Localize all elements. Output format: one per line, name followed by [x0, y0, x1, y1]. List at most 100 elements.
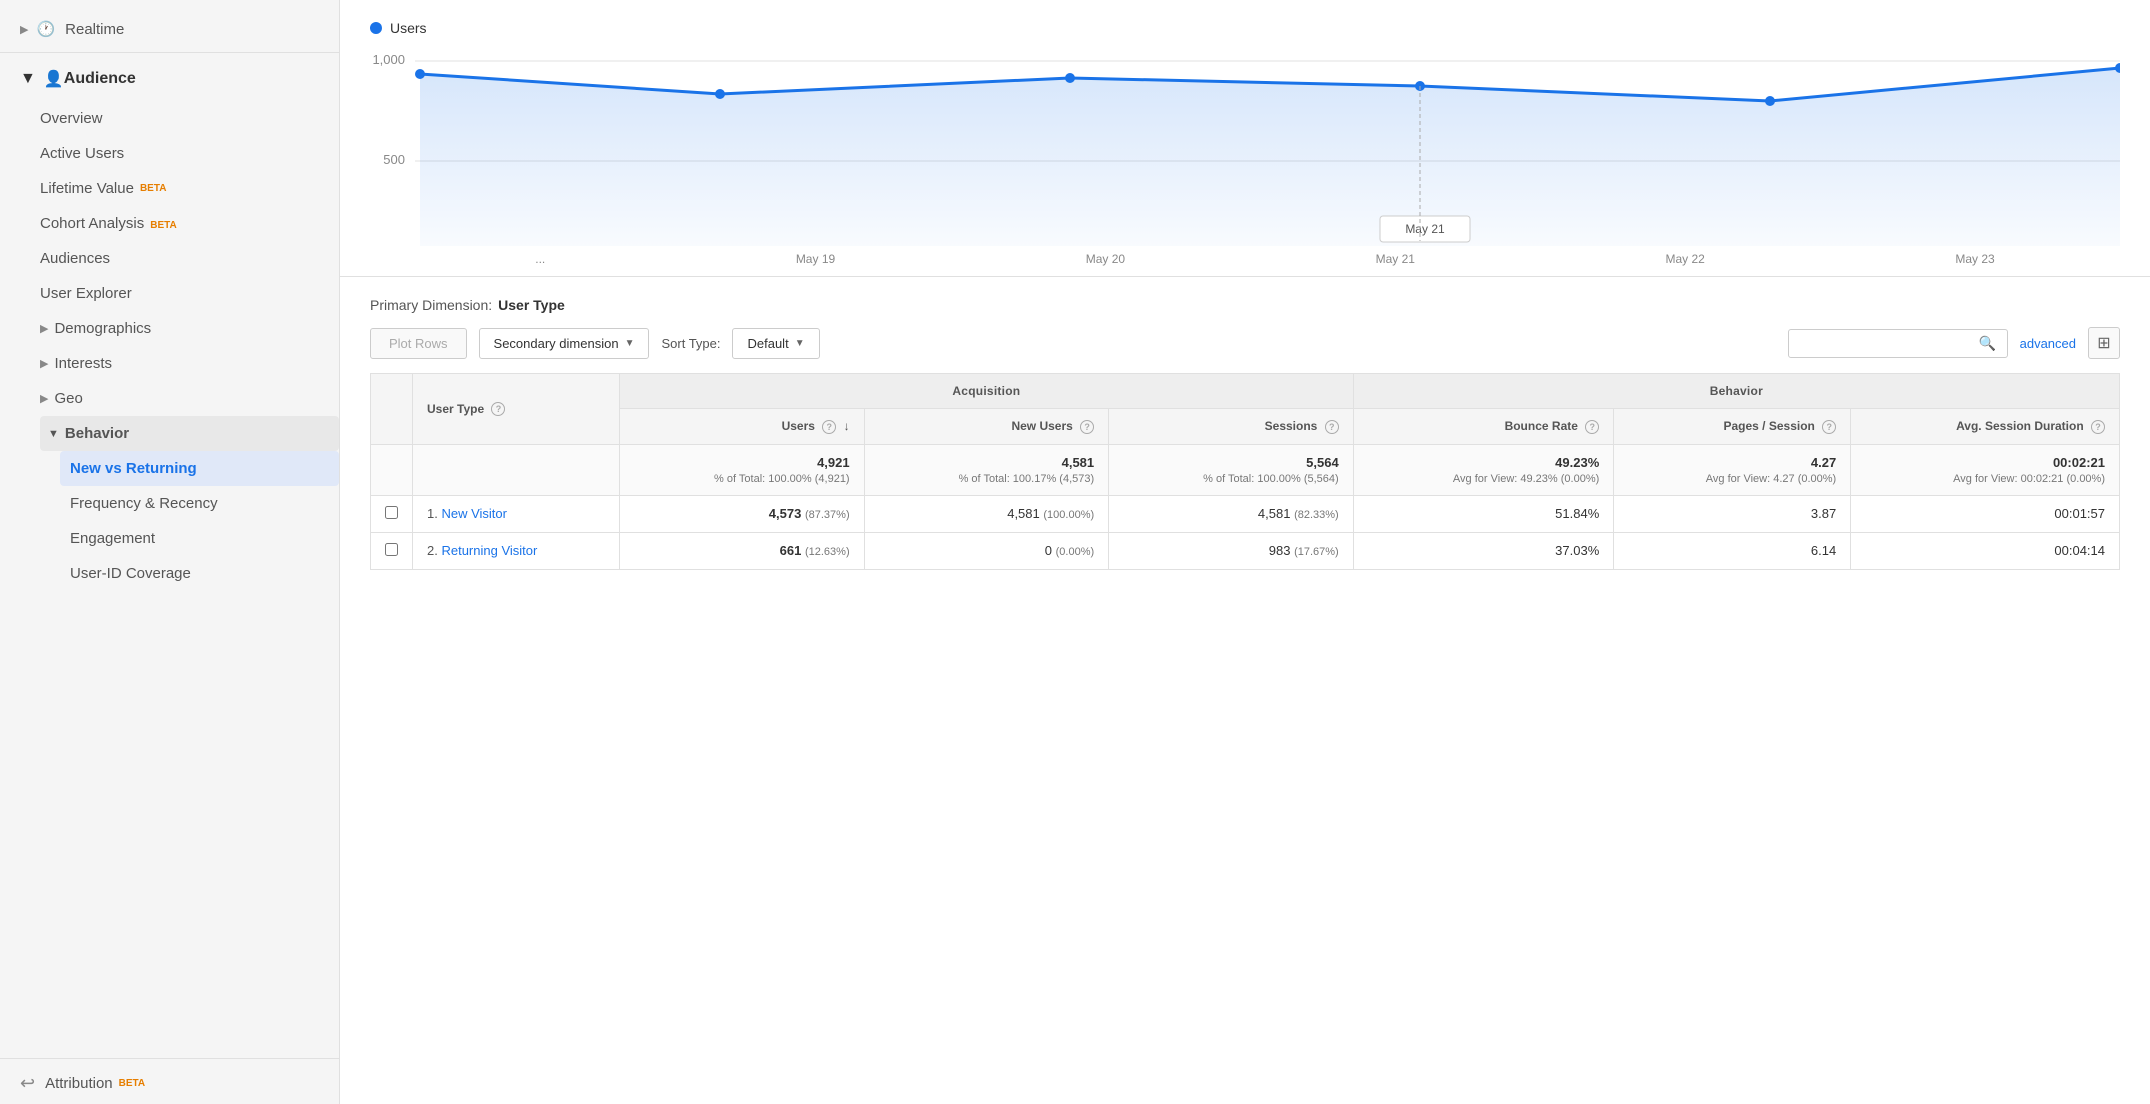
audience-label: Audience: [64, 70, 136, 88]
sidebar-item-active-users[interactable]: Active Users: [40, 136, 339, 171]
sidebar-item-attribution[interactable]: ↩ Attribution BETA: [0, 1063, 339, 1104]
totals-sessions: 5,564 % of Total: 100.00% (5,564): [1109, 444, 1354, 495]
row2-sessions: 983 (17.67%): [1109, 532, 1354, 569]
row2-avg-session: 00:04:14: [1851, 532, 2120, 569]
sidebar-item-overview[interactable]: Overview: [40, 101, 339, 136]
sidebar-item-audiences[interactable]: Audiences: [40, 241, 339, 276]
users-info-icon: ?: [822, 420, 836, 434]
lifetime-value-beta-badge: BETA: [140, 183, 166, 194]
toolbar: Plot Rows Secondary dimension ▼ Sort Typ…: [370, 327, 2120, 359]
row2-new-users: 0 (0.00%): [864, 532, 1109, 569]
attribution-icon: ↩: [20, 1073, 35, 1094]
row1-new-users: 4,581 (100.00%): [864, 495, 1109, 532]
row2-checkbox-input[interactable]: [385, 543, 398, 556]
totals-checkbox-cell: [371, 444, 413, 495]
sort-type-dropdown[interactable]: Default ▼: [732, 328, 819, 359]
table-row: 2. Returning Visitor 661 (12.63%) 0 (0.0…: [371, 532, 2120, 569]
sessions-info-icon: ?: [1325, 420, 1339, 434]
cohort-analysis-beta-badge: BETA: [150, 220, 176, 231]
bounce-rate-info-icon: ?: [1585, 420, 1599, 434]
legend-dot: [370, 22, 382, 34]
legend-label: Users: [390, 20, 427, 36]
geo-arrow-icon: ▶: [40, 392, 48, 405]
sidebar-item-geo[interactable]: ▶ Geo: [40, 381, 339, 416]
sidebar-item-cohort-analysis[interactable]: Cohort Analysis BETA: [40, 206, 339, 241]
sidebar-item-new-vs-returning[interactable]: New vs Returning: [60, 451, 339, 486]
sort-type-value: Default: [747, 336, 788, 351]
row1-user-type-link[interactable]: New Visitor: [441, 506, 507, 521]
user-type-header: User Type ?: [413, 374, 620, 445]
advanced-link[interactable]: advanced: [2020, 336, 2076, 351]
sidebar-item-behavior[interactable]: ▼ Behavior: [40, 416, 339, 451]
search-box: 🔍: [1788, 329, 2008, 358]
plot-rows-button[interactable]: Plot Rows: [370, 328, 467, 359]
chart-area: Users 1,000 500: [340, 0, 2150, 277]
geo-label: Geo: [54, 390, 82, 407]
row2-user-type-link[interactable]: Returning Visitor: [441, 543, 537, 558]
sidebar-item-lifetime-value[interactable]: Lifetime Value BETA: [40, 171, 339, 206]
frequency-recency-label: Frequency & Recency: [70, 495, 218, 512]
person-icon: 👤: [44, 69, 64, 89]
x-label-1: May 19: [796, 252, 835, 266]
main-content: Users 1,000 500: [340, 0, 2150, 1104]
interests-label: Interests: [54, 355, 112, 372]
sort-type-label: Sort Type:: [661, 336, 720, 351]
totals-row: 4,921 % of Total: 100.00% (4,921) 4,581 …: [371, 444, 2120, 495]
primary-dimension-label: Primary Dimension:: [370, 297, 492, 313]
row1-pages-session: 3.87: [1614, 495, 1851, 532]
row2-checkbox[interactable]: [371, 532, 413, 569]
users-sort-icon[interactable]: ↓: [844, 419, 850, 433]
totals-users: 4,921 % of Total: 100.00% (4,921): [620, 444, 865, 495]
row2-pages-session: 6.14: [1614, 532, 1851, 569]
primary-dimension-value: User Type: [498, 297, 565, 313]
search-input[interactable]: [1799, 336, 1979, 351]
clock-icon: 🕐: [36, 20, 55, 38]
sidebar-item-frequency-recency[interactable]: Frequency & Recency: [60, 486, 339, 521]
attribution-label: Attribution: [45, 1075, 113, 1092]
demographics-label: Demographics: [54, 320, 151, 337]
sidebar-item-engagement[interactable]: Engagement: [60, 521, 339, 556]
row1-users: 4,573 (87.37%): [620, 495, 865, 532]
grid-view-button[interactable]: ⊞: [2088, 327, 2120, 359]
row1-checkbox[interactable]: [371, 495, 413, 532]
pages-session-info-icon: ?: [1822, 420, 1836, 434]
sidebar-item-audience[interactable]: ▼ 👤 Audience: [0, 57, 339, 101]
audiences-label: Audiences: [40, 250, 110, 267]
sidebar-item-user-id-coverage[interactable]: User-ID Coverage: [60, 556, 339, 591]
cohort-analysis-label: Cohort Analysis: [40, 215, 144, 232]
engagement-label: Engagement: [70, 530, 155, 547]
row1-checkbox-input[interactable]: [385, 506, 398, 519]
row1-sessions: 4,581 (82.33%): [1109, 495, 1354, 532]
svg-text:May 21: May 21: [1405, 222, 1445, 236]
sidebar-item-realtime[interactable]: ▶ 🕐 Realtime: [0, 10, 339, 48]
sidebar-item-user-explorer[interactable]: User Explorer: [40, 276, 339, 311]
secondary-dimension-caret-icon: ▼: [625, 338, 635, 349]
sidebar-item-demographics[interactable]: ▶ Demographics: [40, 311, 339, 346]
audience-arrow-icon: ▼: [20, 70, 36, 88]
secondary-dimension-dropdown[interactable]: Secondary dimension ▼: [479, 328, 650, 359]
avg-session-duration-header: Avg. Session Duration ?: [1851, 409, 2120, 445]
table-row: 1. New Visitor 4,573 (87.37%) 4,581 (100…: [371, 495, 2120, 532]
attribution-beta-badge: BETA: [119, 1078, 145, 1089]
behavior-submenu: New vs Returning Frequency & Recency Eng…: [40, 451, 339, 591]
users-header: Users ? ↓: [620, 409, 865, 445]
behavior-group-header: Behavior: [1353, 374, 2119, 409]
behavior-label: Behavior: [65, 425, 129, 442]
totals-pages-session: 4.27 Avg for View: 4.27 (0.00%): [1614, 444, 1851, 495]
sidebar-item-interests[interactable]: ▶ Interests: [40, 346, 339, 381]
chart-x-labels: ... May 19 May 20 May 21 May 22 May 23: [370, 246, 2120, 276]
chart-container: 1,000 500: [370, 46, 2120, 246]
user-type-info-icon: ?: [491, 402, 505, 416]
overview-label: Overview: [40, 110, 103, 127]
realtime-label: Realtime: [65, 21, 124, 38]
sort-type-caret-icon: ▼: [795, 338, 805, 349]
acquisition-group-header: Acquisition: [620, 374, 1354, 409]
totals-label-cell: [413, 444, 620, 495]
grid-icon: ⊞: [2097, 333, 2110, 353]
row1-avg-session: 00:01:57: [1851, 495, 2120, 532]
user-explorer-label: User Explorer: [40, 285, 132, 302]
audience-submenu: Overview Active Users Lifetime Value BET…: [0, 101, 339, 591]
search-icon[interactable]: 🔍: [1979, 335, 1996, 352]
row2-bounce-rate: 37.03%: [1353, 532, 1614, 569]
totals-avg-session: 00:02:21 Avg for View: 00:02:21 (0.00%): [1851, 444, 2120, 495]
